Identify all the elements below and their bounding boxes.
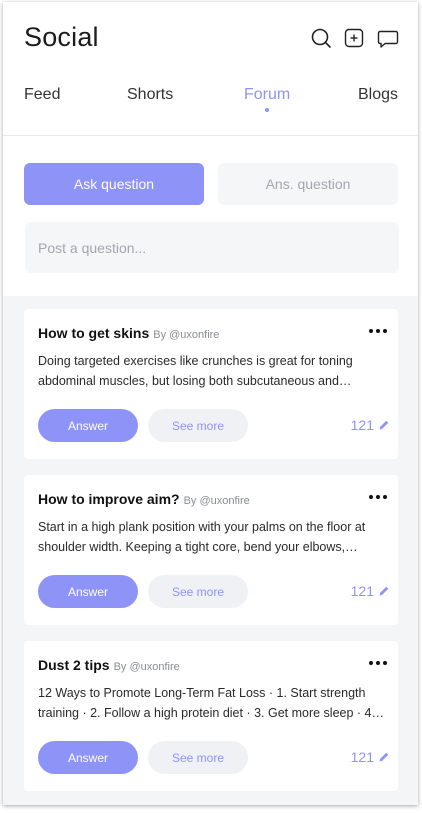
answer-count-value: 121 — [350, 417, 374, 433]
more-options-icon[interactable] — [366, 653, 390, 673]
see-more-button[interactable]: See more — [148, 409, 248, 442]
question-author: By @uxonfire — [153, 329, 220, 341]
answer-count[interactable]: 121 — [351, 583, 390, 599]
tab-bar: Feed Shorts Forum Blogs — [3, 78, 418, 136]
see-more-button[interactable]: See more — [148, 741, 248, 774]
more-options-icon[interactable] — [366, 487, 390, 507]
question-body: 12 Ways to Promote Long-Term Fat Loss · … — [38, 686, 375, 720]
question-author: By @uxonfire — [183, 495, 250, 507]
answer-button[interactable]: Answer — [38, 575, 138, 608]
app-frame: Social Feed Shorts Forum Blogs Ask quest… — [3, 2, 418, 805]
question-body: Start in a high plank position with your… — [38, 520, 366, 554]
ask-question-button[interactable]: Ask question — [24, 163, 204, 205]
question-title: How to get skins By @uxonfire — [38, 325, 219, 341]
question-title-text: Dust 2 tips — [38, 657, 110, 673]
question-title: How to improve aim? By @uxonfire — [38, 491, 250, 507]
answer-question-button[interactable]: Ans. question — [218, 163, 398, 205]
pencil-icon — [379, 752, 389, 762]
see-more-button[interactable]: See more — [148, 575, 248, 608]
question-card: Dust 2 tips By @uxonfire 12 Ways to Promo… — [24, 641, 398, 791]
add-square-icon[interactable] — [342, 26, 366, 50]
answer-count-value: 121 — [350, 749, 374, 765]
top-section: Social Feed Shorts Forum Blogs Ask quest… — [3, 2, 418, 296]
question-title-text: How to improve aim? — [38, 491, 180, 507]
question-author: By @uxonfire — [113, 661, 180, 673]
answer-button[interactable]: Answer — [38, 409, 138, 442]
tab-forum[interactable]: Forum — [244, 86, 290, 104]
question-card: How to improve aim? By @uxonfire Start in… — [24, 475, 398, 625]
header: Social — [3, 2, 418, 72]
tab-blogs[interactable]: Blogs — [358, 86, 398, 104]
question-title: Dust 2 tips By @uxonfire — [38, 657, 180, 673]
answer-count-value: 121 — [350, 583, 374, 599]
tab-shorts[interactable]: Shorts — [127, 86, 173, 104]
question-card: How to get skins By @uxonfire Doing targe… — [24, 309, 398, 459]
question-body: Doing targeted exercises like crunches i… — [38, 354, 353, 388]
question-title-text: How to get skins — [38, 325, 150, 341]
answer-count[interactable]: 121 — [351, 749, 390, 765]
active-tab-indicator — [265, 108, 269, 112]
answer-count[interactable]: 121 — [351, 417, 390, 433]
pencil-icon — [379, 420, 389, 430]
answer-button[interactable]: Answer — [38, 741, 138, 774]
search-icon[interactable] — [309, 26, 333, 50]
post-question-input[interactable] — [25, 222, 399, 273]
more-options-icon[interactable] — [366, 321, 390, 341]
pencil-icon — [379, 586, 389, 596]
app-title: Social — [24, 22, 99, 52]
tab-feed[interactable]: Feed — [24, 86, 60, 104]
chat-bubble-icon[interactable] — [376, 26, 400, 50]
